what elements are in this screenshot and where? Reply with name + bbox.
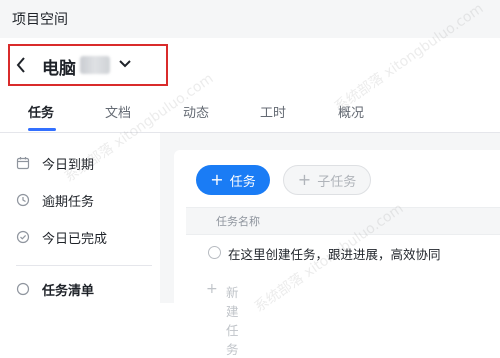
task-sidebar: 今日到期 逾期任务 今日已完成 任务清单: [0, 133, 160, 303]
active-tab-indicator: [28, 128, 56, 131]
plus-icon: +: [206, 281, 218, 297]
column-header-task-name: 任务名称: [216, 215, 260, 228]
new-task-label: 新建任务: [226, 285, 239, 357]
task-table-header: 任务名称: [186, 207, 500, 235]
tab-activity[interactable]: 动态: [183, 102, 209, 121]
tab-tasks[interactable]: 任务: [28, 102, 54, 121]
plus-icon: +: [210, 170, 224, 189]
add-task-button[interactable]: + 任务: [196, 165, 270, 195]
top-bar: 项目空间: [0, 0, 500, 38]
check-circle-icon: [16, 230, 30, 244]
tab-docs[interactable]: 文档: [105, 102, 131, 121]
sidebar-item-due-today[interactable]: 今日到期: [0, 145, 160, 181]
sidebar-divider: [16, 265, 152, 266]
sidebar-item-label: 今日已完成: [42, 232, 108, 247]
sidebar-item-label: 今日到期: [42, 158, 95, 173]
sidebar-item-label: 任务清单: [42, 284, 95, 299]
calendar-icon: [16, 157, 30, 170]
sidebar-item-task-list[interactable]: 任务清单: [0, 271, 160, 307]
add-task-label: 任务: [229, 174, 256, 190]
add-subtask-label: 子任务: [317, 174, 357, 190]
highlight-annotation-box: [8, 44, 168, 86]
tab-overview[interactable]: 概况: [338, 102, 364, 121]
task-placeholder-text: 在这里创建任务，跟进进展，高效协同: [228, 247, 441, 262]
workspace-title: 项目空间: [12, 12, 68, 28]
tab-worklog[interactable]: 工时: [260, 102, 286, 121]
plus-icon: +: [297, 170, 312, 189]
sidebar-item-completed-today[interactable]: 今日已完成: [0, 219, 160, 255]
task-complete-checkbox[interactable]: [208, 246, 221, 259]
add-subtask-button[interactable]: + 子任务: [283, 165, 371, 195]
sidebar-item-overdue[interactable]: 逾期任务: [0, 182, 160, 218]
list-icon: [16, 282, 30, 296]
sidebar-item-label: 逾期任务: [42, 195, 95, 210]
clock-icon: [16, 193, 30, 207]
task-placeholder-row[interactable]: 在这里创建任务，跟进进展，高效协同: [186, 240, 500, 266]
project-tabs: 任务 文档 动态 工时 概况: [0, 94, 500, 133]
